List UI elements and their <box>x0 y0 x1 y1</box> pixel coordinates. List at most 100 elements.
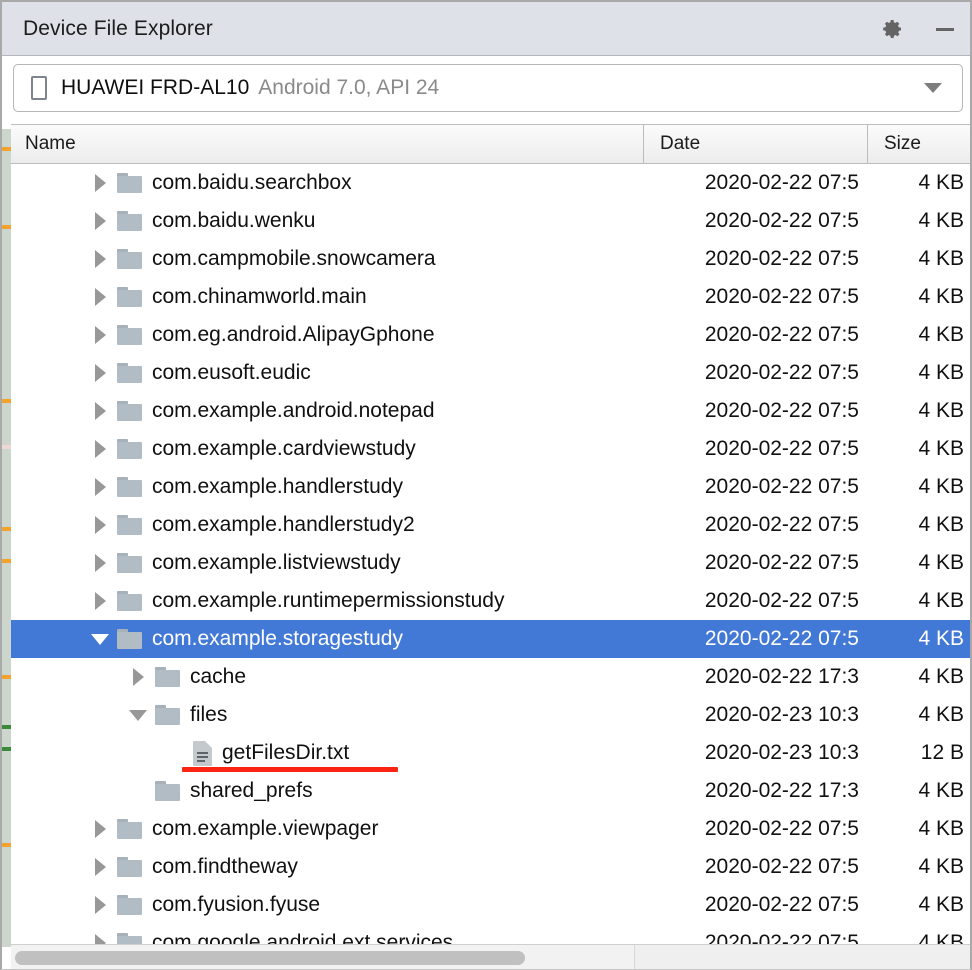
tree-node[interactable]: com.example.viewpager <box>87 810 378 848</box>
table-row[interactable]: files 2020-02-23 10:3 4 KB <box>11 696 970 734</box>
expand-arrow-right-icon[interactable] <box>87 810 113 848</box>
table-row[interactable]: com.example.android.notepad 2020-02-22 07… <box>11 392 970 430</box>
table-row[interactable]: com.eusoft.eudic 2020-02-22 07:5 4 KB <box>11 354 970 392</box>
column-header-date[interactable]: Date <box>643 125 867 163</box>
expand-arrow-right-icon[interactable] <box>87 506 113 544</box>
tree-node[interactable]: com.baidu.searchbox <box>87 164 352 202</box>
expand-arrow-right-icon[interactable] <box>87 468 113 506</box>
table-row[interactable]: com.findtheway 2020-02-22 07:5 4 KB <box>11 848 970 886</box>
tree-node[interactable]: com.eg.android.AlipayGphone <box>87 316 435 354</box>
column-header-size[interactable]: Size <box>867 125 970 163</box>
expand-arrow-right-icon[interactable] <box>87 848 113 886</box>
column-header-name[interactable]: Name <box>11 125 643 163</box>
table-row[interactable]: com.fyusion.fyuse 2020-02-22 07:5 4 KB <box>11 886 970 924</box>
chevron-down-icon[interactable] <box>924 83 942 93</box>
table-row[interactable]: com.chinamworld.main 2020-02-22 07:5 4 KB <box>11 278 970 316</box>
tree-node-label: com.example.handlerstudy2 <box>152 513 415 536</box>
table-row[interactable]: com.example.cardviewstudy 2020-02-22 07:5… <box>11 430 970 468</box>
folder-icon <box>117 553 142 573</box>
cell-date: 2020-02-23 10:3 <box>704 703 859 726</box>
cell-size: 4 KB <box>918 779 964 802</box>
table-row[interactable]: com.example.storagestudy 2020-02-22 07:5 4… <box>11 620 970 658</box>
expand-arrow-right-icon[interactable] <box>87 316 113 354</box>
table-row[interactable]: com.example.runtimepermissionstudy 2020-0… <box>11 582 970 620</box>
cell-size: 12 B <box>920 741 964 764</box>
tree-node[interactable]: com.example.handlerstudy <box>87 468 403 506</box>
tree-node-label: com.baidu.wenku <box>152 209 316 232</box>
table-row[interactable]: shared_prefs 2020-02-22 17:3 4 KB <box>11 772 970 810</box>
table-row[interactable]: com.example.viewpager 2020-02-22 07:5 4 KB <box>11 810 970 848</box>
tree-node-label: com.eusoft.eudic <box>152 361 311 384</box>
tree-node[interactable]: com.baidu.wenku <box>87 202 315 240</box>
scrollbar-track[interactable] <box>634 945 970 969</box>
tree-node[interactable]: com.example.cardviewstudy <box>87 430 416 468</box>
device-name: HUAWEI FRD-AL10 <box>61 76 250 99</box>
table-row[interactable]: com.baidu.wenku 2020-02-22 07:5 4 KB <box>11 202 970 240</box>
table-row[interactable]: com.example.handlerstudy2 2020-02-22 07:5… <box>11 506 970 544</box>
horizontal-scrollbar[interactable] <box>11 944 970 969</box>
table-row[interactable]: com.eg.android.AlipayGphone 2020-02-22 07… <box>11 316 970 354</box>
table-row[interactable]: com.campmobile.snowcamera 2020-02-22 07:5… <box>11 240 970 278</box>
error-stripe-mark <box>2 147 11 151</box>
cell-size: 4 KB <box>918 209 964 232</box>
expand-arrow-right-icon[interactable] <box>87 240 113 278</box>
tree-node-label: getFilesDir.txt <box>222 741 350 764</box>
tree-node[interactable]: com.example.listviewstudy <box>87 544 401 582</box>
file-tree[interactable]: com.baidu.searchbox 2020-02-22 07:5 4 KB co… <box>11 164 970 947</box>
tree-node[interactable]: getFilesDir.txt <box>163 734 349 772</box>
cell-date: 2020-02-22 07:5 <box>704 171 859 194</box>
tool-window-titlebar: Device File Explorer <box>2 2 970 56</box>
cell-size: 4 KB <box>918 817 964 840</box>
expand-arrow-right-icon[interactable] <box>87 886 113 924</box>
tree-node[interactable]: com.example.runtimepermissionstudy <box>87 582 504 620</box>
cell-date: 2020-02-22 07:5 <box>704 893 859 916</box>
cell-date: 2020-02-22 07:5 <box>704 361 859 384</box>
tree-node[interactable]: cache <box>125 658 246 696</box>
cell-size: 4 KB <box>918 475 964 498</box>
tree-node[interactable]: com.chinamworld.main <box>87 278 367 316</box>
tree-node[interactable]: com.example.android.notepad <box>87 392 435 430</box>
scrollbar-thumb[interactable] <box>15 951 525 965</box>
tree-node-label: com.example.storagestudy <box>152 627 403 650</box>
expand-arrow-right-icon[interactable] <box>125 658 151 696</box>
expand-arrow-right-icon[interactable] <box>87 164 113 202</box>
tree-node[interactable]: com.findtheway <box>87 848 298 886</box>
cell-date: 2020-02-22 07:5 <box>704 513 859 536</box>
tree-node[interactable]: files <box>125 696 227 734</box>
table-row[interactable]: cache 2020-02-22 17:3 4 KB <box>11 658 970 696</box>
cell-date: 2020-02-22 07:5 <box>704 437 859 460</box>
table-row[interactable]: com.baidu.searchbox 2020-02-22 07:5 4 KB <box>11 164 970 202</box>
folder-icon <box>117 819 142 839</box>
error-stripe-mark <box>2 225 11 229</box>
tree-node[interactable]: com.campmobile.snowcamera <box>87 240 436 278</box>
table-row[interactable]: getFilesDir.txt 2020-02-23 10:3 12 B <box>11 734 970 772</box>
expand-arrow-down-icon[interactable] <box>87 620 113 658</box>
expand-arrow-right-icon[interactable] <box>87 278 113 316</box>
tree-node[interactable]: com.eusoft.eudic <box>87 354 311 392</box>
cell-size: 4 KB <box>918 665 964 688</box>
expand-arrow-right-icon[interactable] <box>87 354 113 392</box>
expand-arrow-right-icon[interactable] <box>87 582 113 620</box>
error-stripe-mark <box>2 843 11 847</box>
cell-size: 4 KB <box>918 513 964 536</box>
expand-arrow-right-icon[interactable] <box>87 430 113 468</box>
cell-date: 2020-02-22 07:5 <box>704 285 859 308</box>
tree-node[interactable]: shared_prefs <box>125 772 313 810</box>
device-selector[interactable]: HUAWEI FRD-AL10 Android 7.0, API 24 <box>13 64 963 112</box>
expand-arrow-right-icon[interactable] <box>87 544 113 582</box>
table-row[interactable]: com.example.listviewstudy 2020-02-22 07:5… <box>11 544 970 582</box>
file-icon <box>193 740 212 766</box>
device-combo-box[interactable]: HUAWEI FRD-AL10 Android 7.0, API 24 <box>13 64 963 112</box>
tree-node[interactable]: com.fyusion.fyuse <box>87 886 320 924</box>
expand-arrow-down-icon[interactable] <box>125 696 151 734</box>
expand-arrow-right-icon[interactable] <box>87 392 113 430</box>
minimize-icon[interactable] <box>930 14 960 44</box>
table-row[interactable]: com.example.handlerstudy 2020-02-22 07:5 4… <box>11 468 970 506</box>
expand-arrow-right-icon[interactable] <box>87 202 113 240</box>
gear-icon[interactable] <box>878 14 908 44</box>
tree-node[interactable]: com.example.handlerstudy2 <box>87 506 415 544</box>
cell-date: 2020-02-22 07:5 <box>704 855 859 878</box>
tree-node[interactable]: com.example.storagestudy <box>87 620 403 658</box>
tree-node-label: com.example.handlerstudy <box>152 475 403 498</box>
